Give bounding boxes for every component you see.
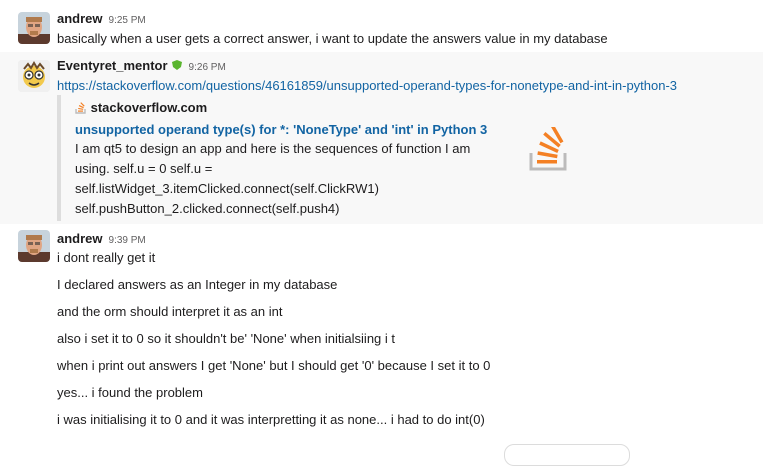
stackoverflow-logo-icon[interactable]	[527, 127, 571, 175]
author-name[interactable]: Eventyret_mentor	[57, 58, 168, 73]
message-text: i dont really get it	[57, 250, 156, 265]
avatar-andrew[interactable]	[18, 230, 50, 262]
preview-body-line: using. self.u = 0 self.u =	[75, 161, 213, 176]
author-name[interactable]: andrew	[57, 11, 103, 26]
preview-body-line: I am qt5 to design an app and here is th…	[75, 141, 471, 156]
preview-body-line: self.pushButton_2.clicked.connect(self.p…	[75, 201, 340, 216]
preview-site[interactable]: stackoverflow.com	[75, 100, 207, 116]
timestamp[interactable]: 9:26 PM	[189, 62, 226, 73]
message-text: when i print out answers I get 'None' bu…	[57, 358, 491, 373]
author-name[interactable]: andrew	[57, 231, 103, 246]
message-text: yes... i found the problem	[57, 385, 203, 400]
user-avatar-icon	[18, 12, 50, 44]
message-andrew-1: andrew 9:25 PM basically when a user gets…	[0, 0, 763, 52]
stackoverflow-favicon-icon	[75, 102, 86, 114]
shield-badge-icon	[171, 60, 182, 70]
cartoon-avatar-icon	[18, 60, 50, 92]
avatar-andrew[interactable]	[18, 12, 50, 44]
message-text: and the orm should interpret it as an in…	[57, 304, 283, 319]
stackoverflow-link[interactable]: https://stackoverflow.com/questions/4616…	[57, 78, 677, 93]
message-header: Eventyret_mentor 9:26 PM	[57, 58, 226, 76]
timestamp[interactable]: 9:39 PM	[109, 235, 146, 246]
preview-title[interactable]: unsupported operand type(s) for *: 'None…	[75, 122, 487, 138]
message-text: i was initialising it to 0 and it was in…	[57, 412, 485, 427]
message-text: basically when a user gets a correct ans…	[57, 31, 608, 46]
new-messages-pill[interactable]	[504, 444, 630, 466]
message-header: andrew 9:25 PM	[57, 11, 146, 29]
message-text: also i set it to 0 so it shouldn't be' '…	[57, 331, 395, 346]
preview-body-line: self.listWidget_3.itemClicked.connect(se…	[75, 181, 379, 196]
message-header: andrew 9:39 PM	[57, 231, 146, 249]
user-avatar-icon	[18, 230, 50, 262]
link-preview: stackoverflow.com unsupported operand ty…	[57, 95, 621, 221]
timestamp[interactable]: 9:25 PM	[109, 15, 146, 26]
message-text: I declared answers as an Integer in my d…	[57, 277, 338, 292]
avatar-mentor[interactable]	[18, 60, 50, 92]
message-text: https://stackoverflow.com/questions/4616…	[57, 78, 677, 94]
message-andrew-2: andrew 9:39 PM i dont really get it I dec…	[0, 224, 763, 444]
